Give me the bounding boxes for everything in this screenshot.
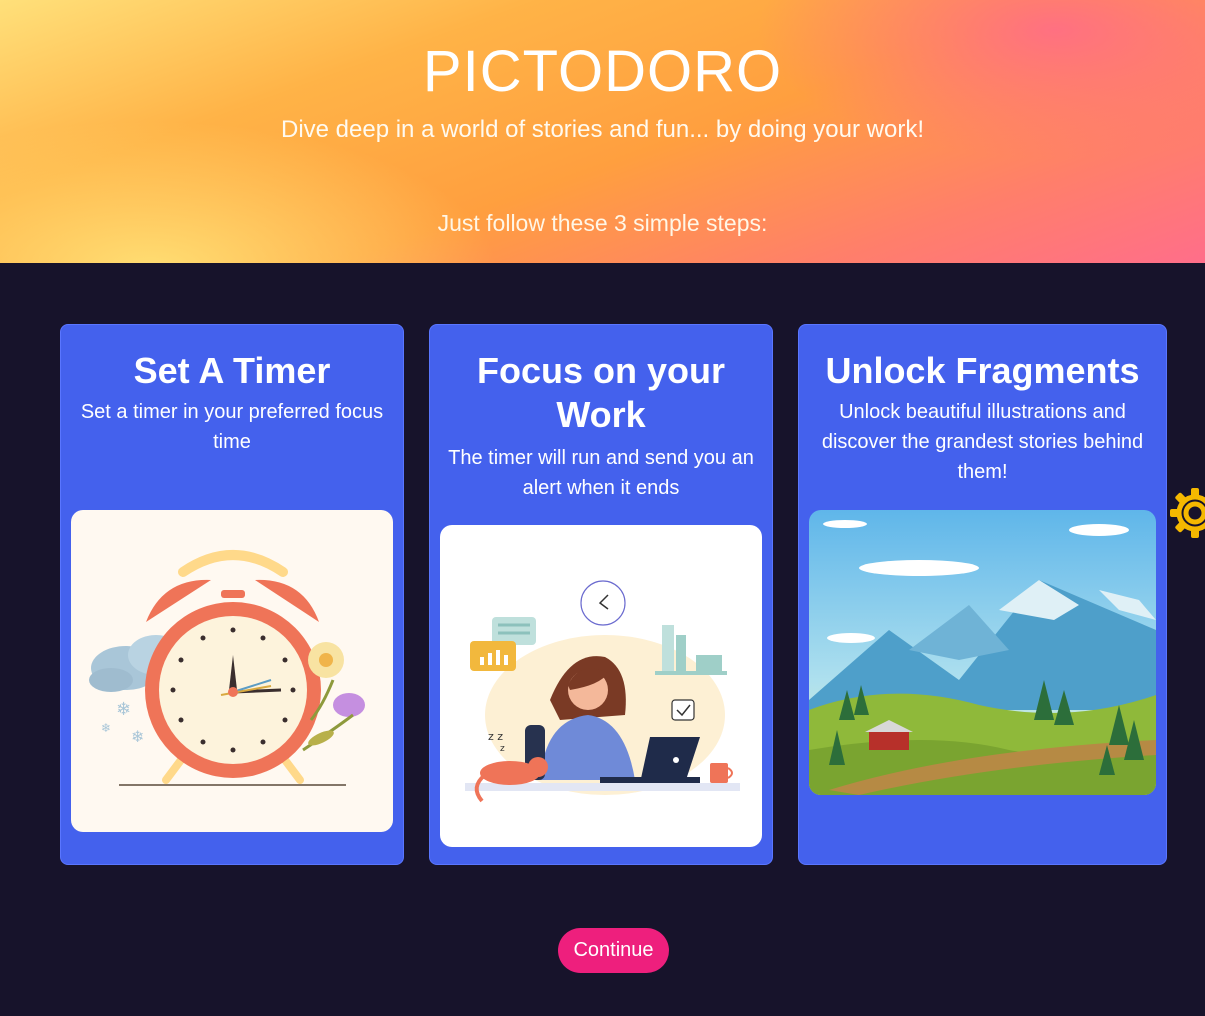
settings-gear-icon[interactable]	[1168, 486, 1205, 540]
alarm-clock-illustration: ❄ ❄ ❄	[71, 510, 393, 832]
app-subtitle: Dive deep in a world of stories and fun.…	[280, 116, 924, 143]
mountain-landscape-illustration	[809, 510, 1156, 795]
steps-intro: Just follow these 3 simple steps:	[437, 210, 768, 236]
step-title: Focus on your Work	[476, 350, 725, 435]
step-description: Set a timer in your preferred focus time	[80, 401, 384, 453]
step-card-focus: Focus on your Work The timer will run an…	[429, 324, 773, 865]
svg-text:❄: ❄	[101, 721, 111, 735]
step-title: Unlock Fragments	[825, 350, 1140, 391]
person-working-illustration: z z z	[440, 525, 762, 847]
svg-text:z: z	[500, 744, 505, 754]
svg-text:❄: ❄	[116, 699, 131, 720]
app-title: PICTODORO	[422, 39, 783, 104]
svg-text:❄: ❄	[131, 727, 144, 746]
svg-text:z z: z z	[488, 730, 503, 743]
hero-banner: PICTODORO Dive deep in a world of storie…	[0, 0, 1205, 263]
step-description: Unlock beautiful illustrations and disco…	[821, 401, 1144, 483]
step-description: The timer will run and send you an alert…	[448, 447, 754, 499]
step-card-unlock: Unlock Fragments Unlock beautiful illust…	[798, 324, 1167, 865]
step-card-set-timer: Set A Timer Set a timer in your preferre…	[60, 324, 404, 865]
continue-button[interactable]: Continue	[558, 928, 669, 973]
step-title: Set A Timer	[133, 350, 331, 391]
